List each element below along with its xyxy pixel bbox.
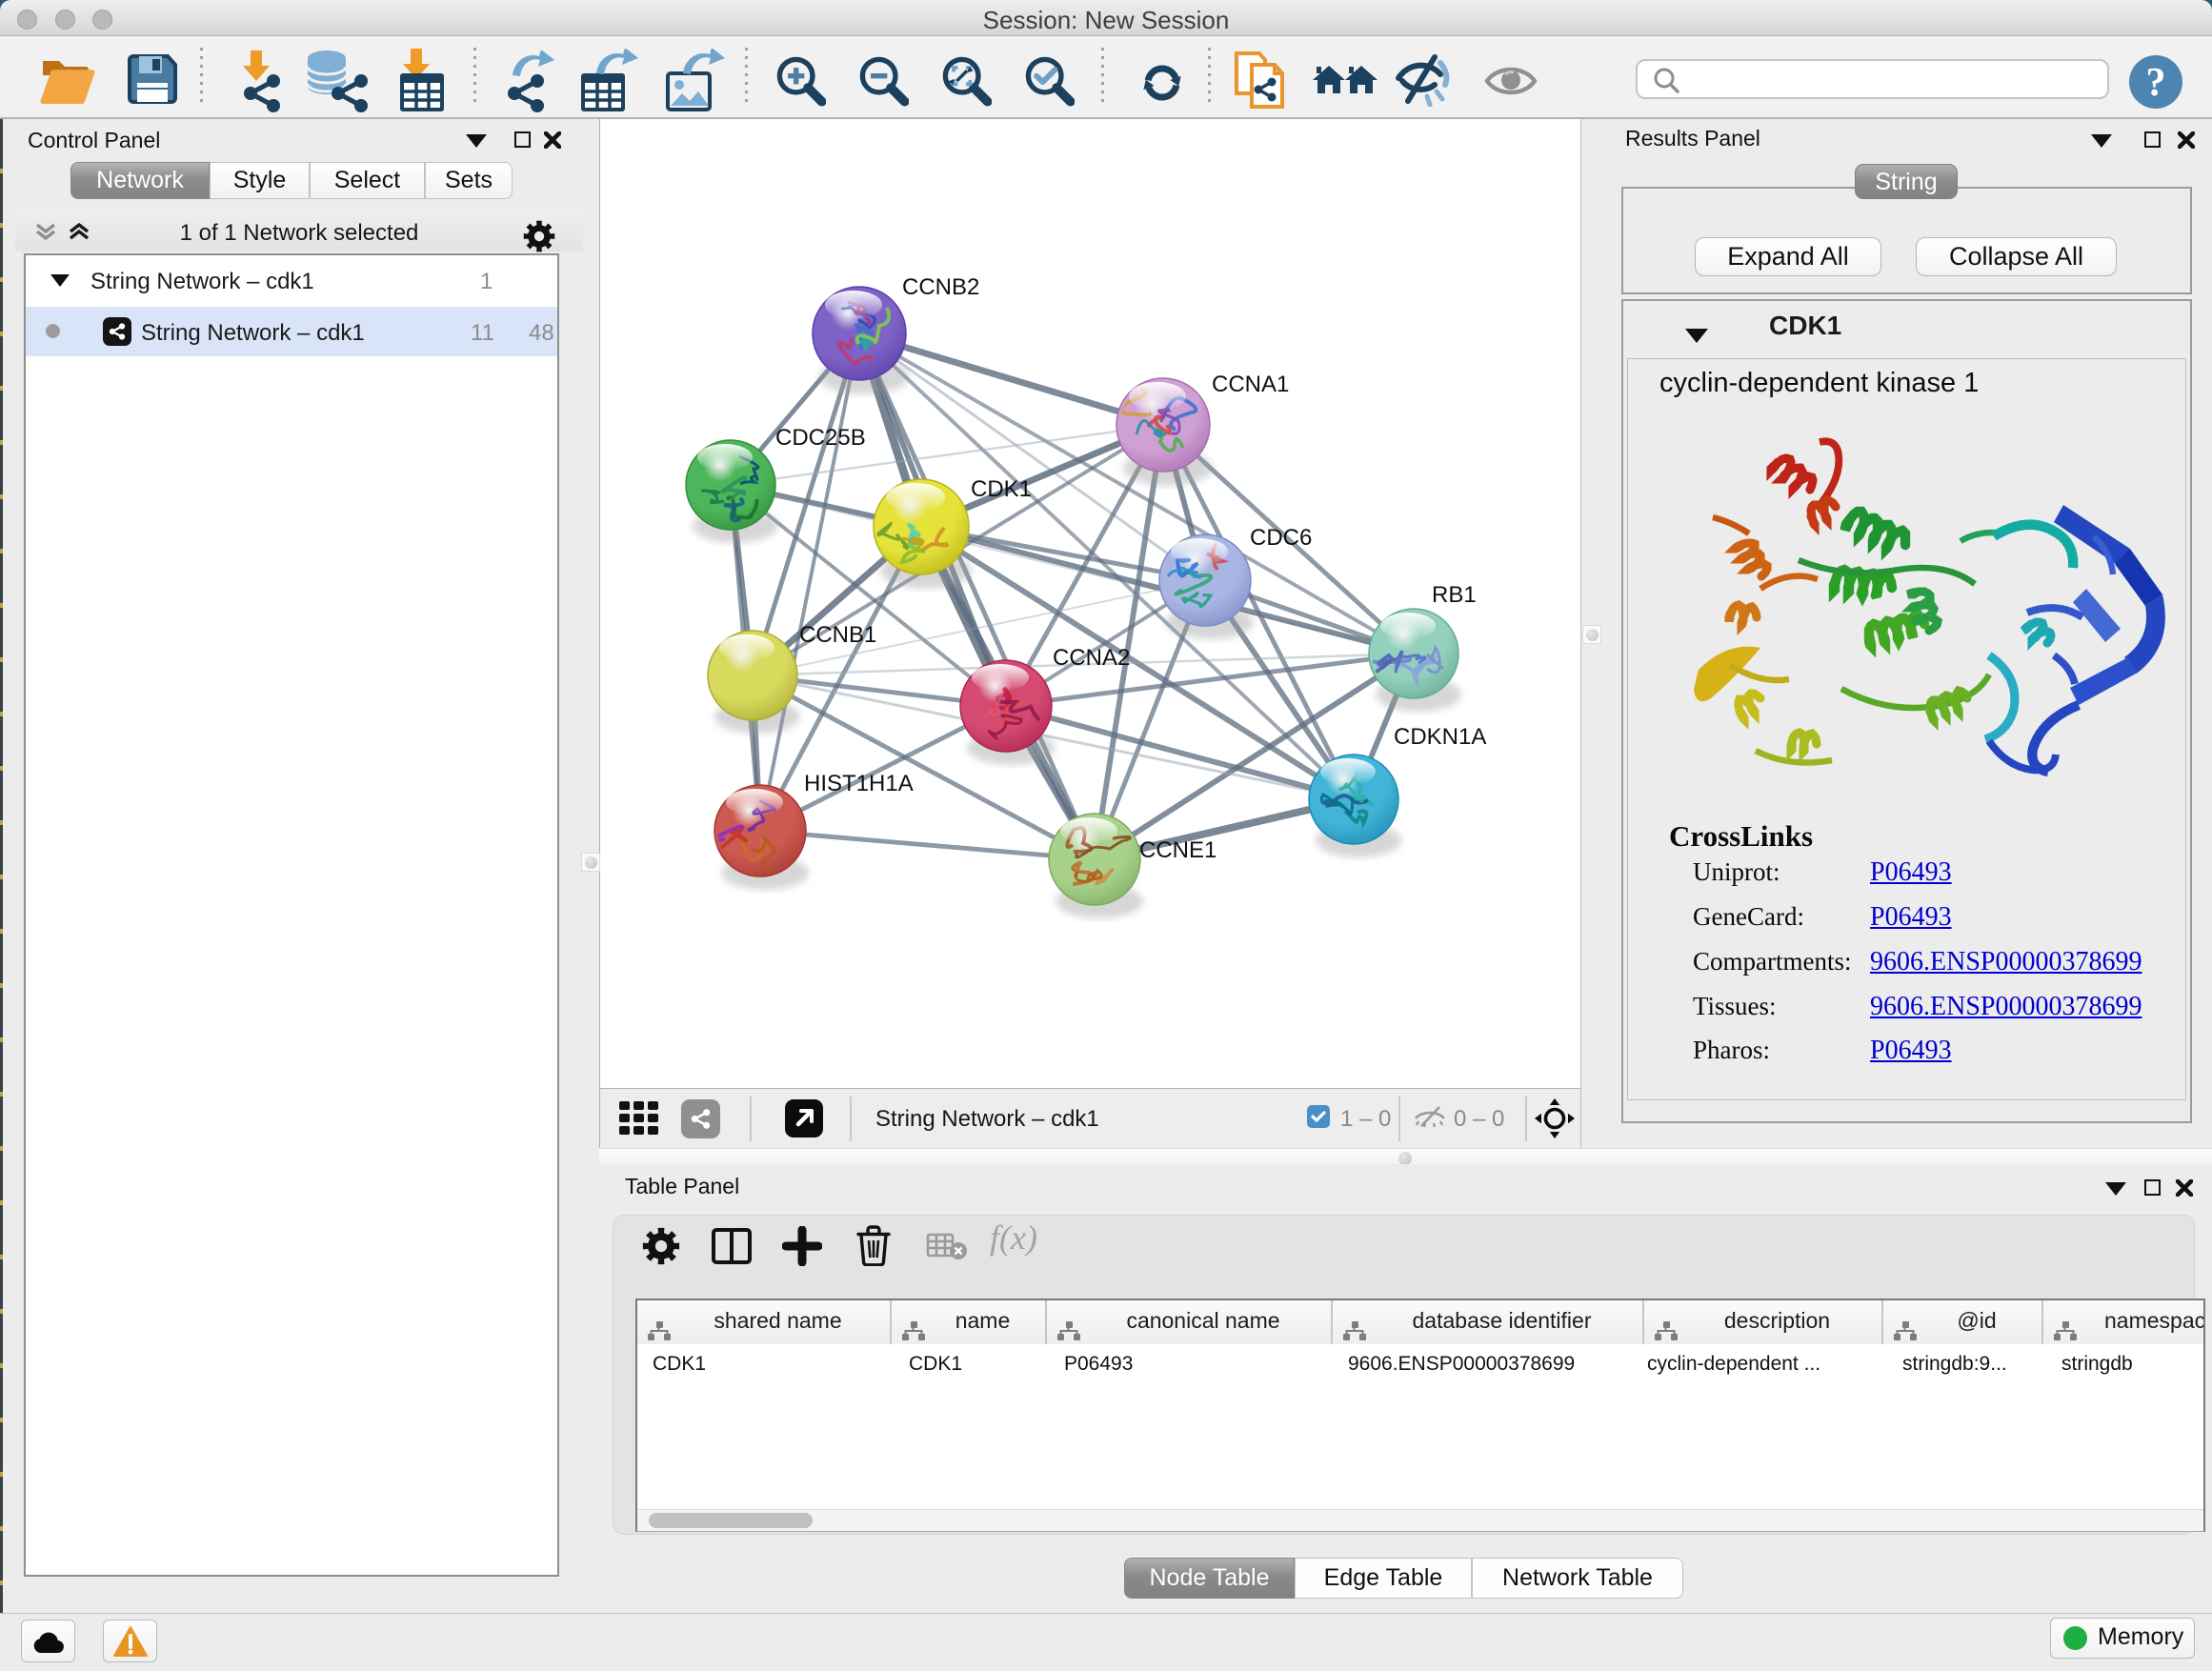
svg-text:CDC6: CDC6 xyxy=(1250,525,1312,551)
svg-text:CDC25B: CDC25B xyxy=(775,425,866,451)
svg-text:HIST1H1A: HIST1H1A xyxy=(804,771,914,796)
svg-text:CDKN1A: CDKN1A xyxy=(1394,724,1486,750)
svg-text:CDK1: CDK1 xyxy=(971,476,1032,502)
svg-text:CCNB1: CCNB1 xyxy=(799,622,876,648)
svg-text:RB1: RB1 xyxy=(1432,582,1477,608)
svg-text:CCNB2: CCNB2 xyxy=(902,274,979,300)
svg-text:?: ? xyxy=(2146,61,2166,105)
svg-text:CCNA2: CCNA2 xyxy=(1053,645,1130,671)
svg-text:CCNA1: CCNA1 xyxy=(1212,372,1289,397)
svg-text:CCNE1: CCNE1 xyxy=(1139,837,1217,863)
